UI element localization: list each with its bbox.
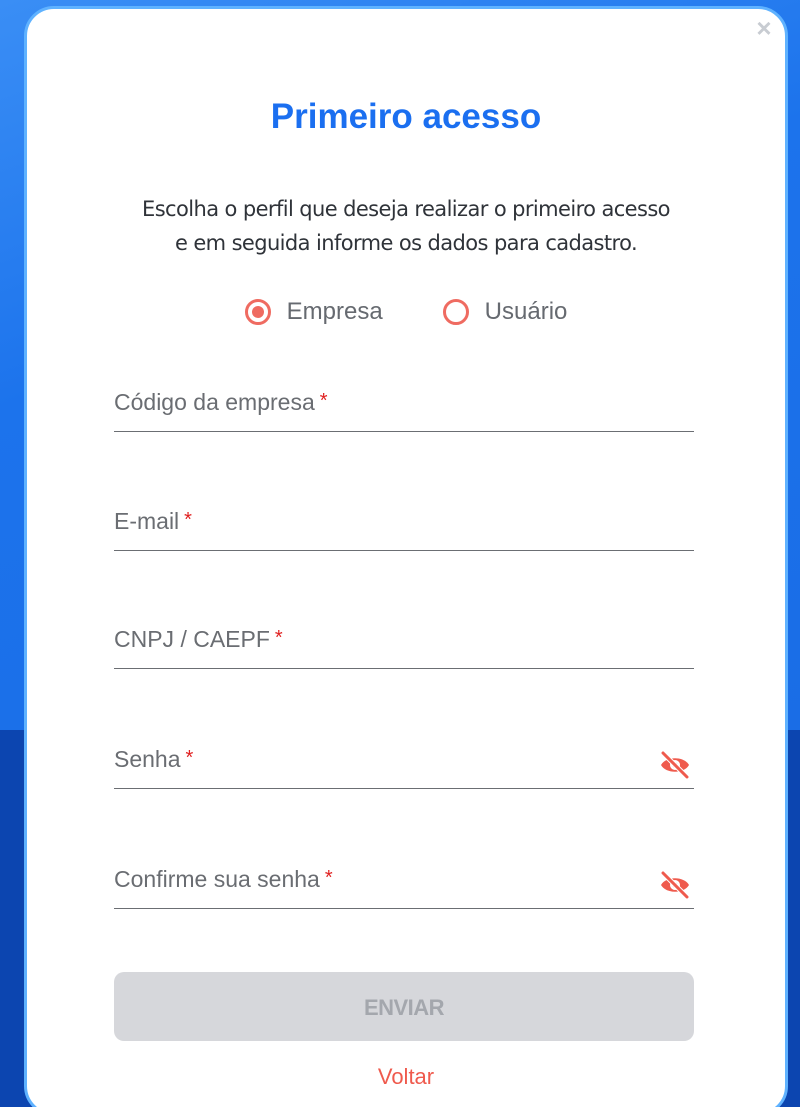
radio-empresa-label: Empresa xyxy=(286,298,383,325)
radio-checked-icon[interactable] xyxy=(244,299,271,325)
description-line-1: Escolha o perfil que deseja realizar o p… xyxy=(142,197,670,221)
eye-off-icon[interactable] xyxy=(658,870,692,900)
cnpj-caepf-field[interactable]: CNPJ / CAEPF * xyxy=(114,618,698,670)
close-icon[interactable]: × xyxy=(753,15,775,41)
radio-empresa[interactable]: Empresa xyxy=(244,298,383,326)
back-link[interactable]: Voltar xyxy=(27,1064,785,1090)
modal-title: Primeiro acesso xyxy=(270,97,542,136)
radio-unchecked-icon[interactable] xyxy=(442,299,469,325)
email-input[interactable] xyxy=(114,500,698,552)
password-input[interactable] xyxy=(114,738,698,790)
description-line-2: e em seguida informe os dados para cadas… xyxy=(174,231,638,255)
profile-radio-group: Empresa Usuário xyxy=(27,298,785,326)
confirm-password-field[interactable]: Confirme sua senha * xyxy=(114,858,698,910)
first-access-modal: × Primeiro acesso Escolha o perfil que d… xyxy=(24,6,788,1107)
modal-description: Escolha o perfil que deseja realizar o p… xyxy=(87,192,725,260)
confirm-password-input[interactable] xyxy=(114,858,698,910)
cnpj-caepf-input[interactable] xyxy=(114,618,698,670)
radio-usuario[interactable]: Usuário xyxy=(442,298,568,326)
eye-off-icon[interactable] xyxy=(658,750,692,780)
submit-button[interactable]: ENVIAR xyxy=(114,972,694,1041)
email-field[interactable]: E-mail * xyxy=(114,500,698,552)
company-code-field[interactable]: Código da empresa * xyxy=(114,381,698,433)
radio-usuario-label: Usuário xyxy=(484,298,568,325)
password-field[interactable]: Senha * xyxy=(114,738,698,790)
company-code-input[interactable] xyxy=(114,381,698,433)
